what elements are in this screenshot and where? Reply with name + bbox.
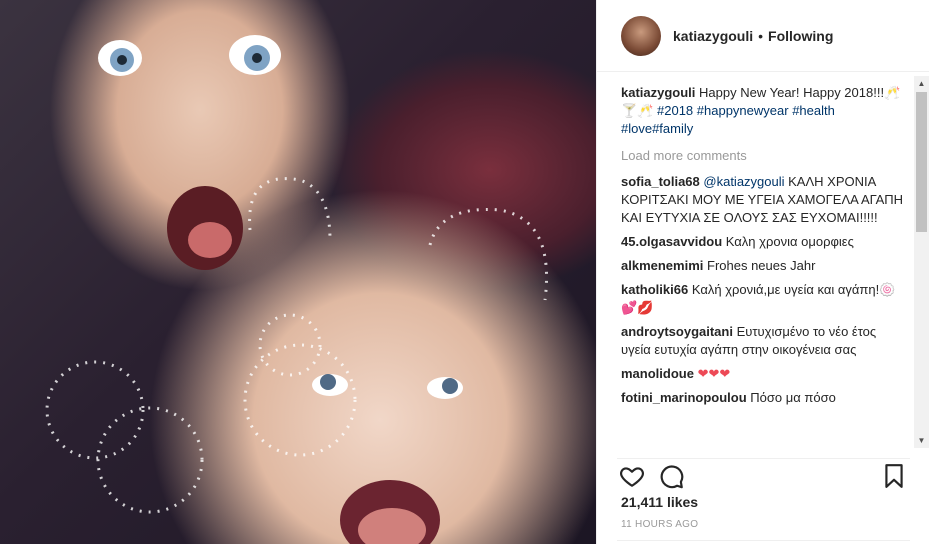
list-item: katholiki66 Καλή χρονιά,με υγεία και αγά… xyxy=(621,281,905,317)
post-photo[interactable] xyxy=(0,0,596,544)
comment-text: Καλη χρονια ομορφιες xyxy=(725,234,854,249)
hashtag-link[interactable]: #health xyxy=(792,103,835,118)
heart-icon[interactable] xyxy=(619,463,645,489)
list-item: fotini_marinopoulou Πόσο μα πόσο xyxy=(621,389,905,407)
comment-text: Frohes neues Jahr xyxy=(707,258,816,273)
comment-username[interactable]: katholiki66 xyxy=(621,282,688,297)
list-item: 45.olgasavvidou Καλη χρονια ομορφιες xyxy=(621,233,905,251)
list-item: androytsoygaitani Ευτυχισμένο το νέο έτο… xyxy=(621,323,905,359)
post-timestamp[interactable]: 11 HOURS AGO xyxy=(621,519,698,530)
header-separator: • xyxy=(758,27,764,44)
divider xyxy=(617,540,910,541)
scroll-up-arrow-icon[interactable]: ▲ xyxy=(914,76,929,91)
photo-illustration xyxy=(45,35,549,544)
bookmark-icon[interactable] xyxy=(881,463,907,489)
comment-username[interactable]: fotini_marinopoulou xyxy=(621,390,747,405)
comment-username[interactable]: androytsoygaitani xyxy=(621,324,733,339)
comment-username[interactable]: manolidoue xyxy=(621,366,694,381)
comment-username[interactable]: sofia_tolia68 xyxy=(621,174,700,189)
list-item: sofia_tolia68 @katiazygouli ΚΑΛΗ ΧΡΟΝΙΑ … xyxy=(621,173,905,227)
comment-username[interactable]: alkmenemimi xyxy=(621,258,703,273)
comments-scrollbar[interactable]: ▲ ▼ xyxy=(914,76,929,448)
author-username[interactable]: katiazygouli xyxy=(673,28,753,44)
hashtag-link[interactable]: #love#family xyxy=(621,121,693,136)
comment-text: ❤❤❤ xyxy=(697,366,731,381)
comment-icon[interactable] xyxy=(659,463,685,489)
comment-username[interactable]: 45.olgasavvidou xyxy=(621,234,722,249)
comments-list: katiazygouli Happy New Year! Happy 2018!… xyxy=(621,84,905,454)
post-sidebar: katiazygouli • Following katiazygouli Ha… xyxy=(596,0,929,544)
post-header: katiazygouli • Following xyxy=(597,0,929,72)
following-button[interactable]: Following xyxy=(768,28,833,44)
hashtag-link[interactable]: #happynewyear xyxy=(697,103,789,118)
avatar[interactable] xyxy=(621,15,661,56)
likes-count[interactable]: 21,411 likes xyxy=(621,494,698,510)
load-more-comments-button[interactable]: Load more comments xyxy=(621,147,905,165)
comment-text: Πόσο μα πόσο xyxy=(750,390,836,405)
mention-link[interactable]: @katiazygouli xyxy=(703,174,784,189)
caption: katiazygouli Happy New Year! Happy 2018!… xyxy=(621,84,905,138)
list-item: manolidoue ❤❤❤ xyxy=(621,365,905,383)
caption-username[interactable]: katiazygouli xyxy=(621,85,695,100)
scroll-down-arrow-icon[interactable]: ▼ xyxy=(914,433,929,448)
post-actions xyxy=(617,458,910,489)
scroll-thumb[interactable] xyxy=(916,92,927,232)
hashtag-link[interactable]: #2018 xyxy=(657,103,693,118)
list-item: alkmenemimi Frohes neues Jahr xyxy=(621,257,905,275)
